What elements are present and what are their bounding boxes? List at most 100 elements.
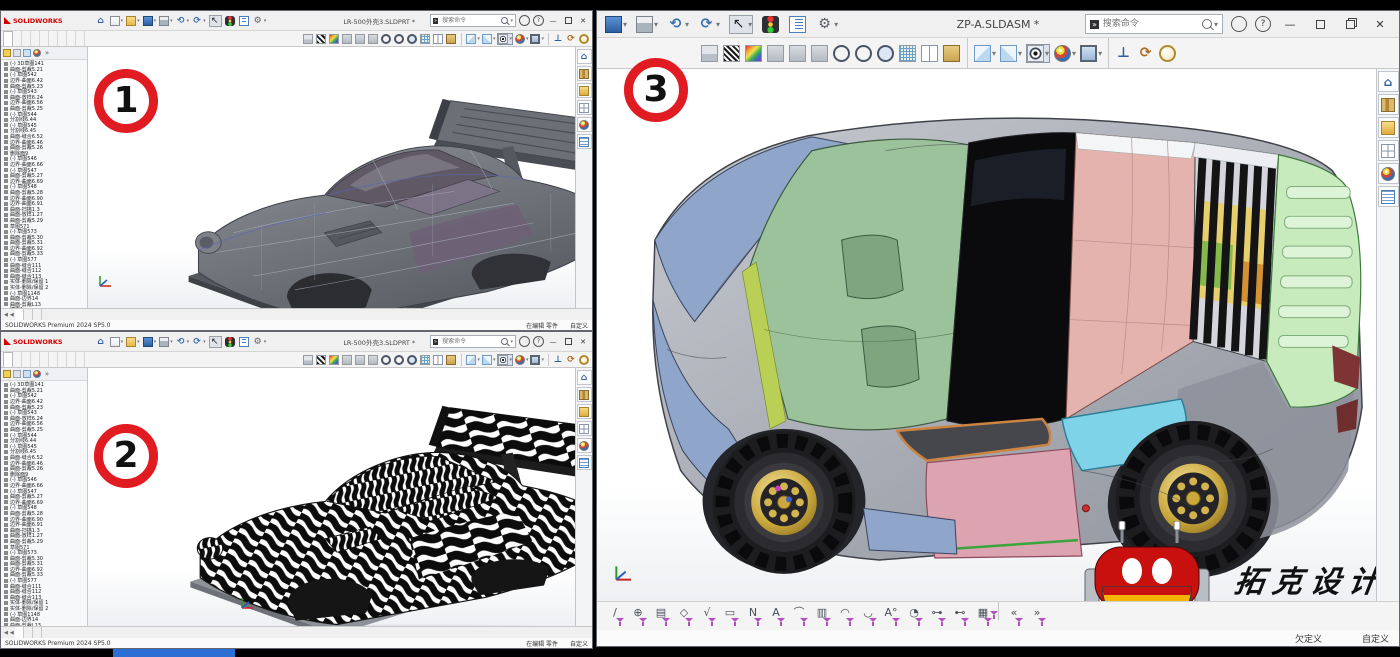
expand-view-icon[interactable] [368, 355, 379, 365]
save-icon[interactable]: ▾ [605, 15, 627, 34]
separator[interactable] [548, 33, 549, 45]
filter-connector-a-icon[interactable]: ⊶ [927, 605, 947, 627]
magnifier-icon[interactable] [1159, 45, 1177, 62]
status-custom[interactable]: 自定义 [570, 321, 588, 330]
resources-home-icon[interactable]: ⌂ [577, 49, 592, 64]
curvature-mesh-icon[interactable] [899, 45, 917, 62]
ribbon-tab[interactable] [22, 352, 31, 367]
dimxpert-tab-icon[interactable] [33, 49, 41, 57]
file-explorer-icon[interactable] [577, 404, 592, 419]
filter-line-icon[interactable]: / [605, 605, 625, 627]
new-document-icon[interactable]: ▾ [110, 336, 124, 348]
view-orientation-cube-icon[interactable]: ▾ [974, 45, 996, 62]
zebra-stripes-icon[interactable] [723, 45, 741, 62]
print-icon[interactable]: ▾ [636, 15, 658, 34]
configurations-tab-icon[interactable] [23, 370, 31, 378]
home-icon[interactable]: ⌂ [96, 15, 107, 27]
filter-crosshair-icon[interactable]: ⊕ [628, 605, 648, 627]
settings-gear-icon[interactable]: ⚙▾ [253, 336, 267, 348]
settings-gear-icon[interactable]: ⚙▾ [253, 15, 267, 27]
file-explorer-icon[interactable] [577, 83, 592, 98]
custom-properties-icon[interactable] [1378, 186, 1399, 207]
save-icon[interactable]: ▾ [143, 15, 157, 27]
separator[interactable] [998, 602, 999, 620]
filter-hatch-icon[interactable]: ▥ [812, 605, 832, 627]
close-button[interactable]: ✕ [577, 17, 589, 25]
close-button[interactable]: ✕ [577, 338, 589, 346]
settings-gear-icon[interactable]: ⚙▾ [816, 15, 838, 34]
open-icon[interactable]: ▾ [126, 336, 140, 348]
new-document-icon[interactable]: ▾ [110, 15, 124, 27]
rotate-view-icon[interactable]: ⟳ [566, 34, 577, 44]
appearances-sphere-icon[interactable]: ▾ [515, 355, 529, 365]
scene-monitor-icon[interactable]: ▾ [530, 355, 544, 365]
search-input[interactable] [1101, 18, 1200, 30]
close-button[interactable]: ✕ [1369, 18, 1391, 31]
appearance-book-icon[interactable] [943, 45, 961, 62]
redo-icon[interactable]: ⟳▾ [192, 336, 206, 348]
propertymanager-tab-icon[interactable] [13, 49, 21, 57]
ribbon-tab[interactable] [13, 352, 22, 367]
ribbon-tab[interactable] [67, 31, 76, 46]
document-tab[interactable] [33, 627, 42, 638]
panes-icon[interactable] [921, 45, 939, 62]
command-search[interactable]: » ▾ [430, 14, 516, 27]
appearances-scenes-icon[interactable] [1378, 163, 1399, 184]
document-tab[interactable] [24, 627, 33, 638]
view-palette-icon[interactable] [1378, 140, 1399, 161]
save-icon[interactable]: ▾ [143, 336, 157, 348]
filter-slot-icon[interactable]: ◡ [858, 605, 878, 627]
resources-home-icon[interactable]: ⌂ [577, 370, 592, 385]
ribbon-tab[interactable] [49, 31, 58, 46]
search-input[interactable] [440, 16, 499, 25]
filter-arc-icon[interactable]: ⌒ [789, 605, 809, 627]
hide-show-items-eye-icon[interactable]: ▾ [497, 354, 513, 366]
zoom-area-icon[interactable] [394, 34, 405, 44]
select-cursor-icon[interactable]: ↖ [209, 336, 222, 348]
filter-text-icon[interactable]: A° [881, 605, 901, 627]
view-palette-icon[interactable] [577, 421, 592, 436]
ribbon-tab[interactable] [31, 352, 40, 367]
document-tab[interactable] [15, 627, 24, 638]
ribbon-tab[interactable] [13, 31, 22, 46]
user-account-icon[interactable] [519, 336, 530, 347]
display-style-icon[interactable]: ▾ [482, 355, 496, 365]
section-view-icon[interactable] [767, 45, 785, 62]
command-search[interactable]: » ▾ [1085, 14, 1223, 34]
filter-section-icon[interactable]: ◔ [904, 605, 924, 627]
restore-button[interactable] [562, 17, 574, 24]
rotate-view-icon[interactable]: ⟳ [566, 355, 577, 365]
feature-tree-item[interactable]: 镜向1 [4, 307, 87, 308]
ribbon-tab[interactable] [67, 352, 76, 367]
featuremanager-tab-icon[interactable] [3, 49, 11, 57]
chevron-icon[interactable]: » [43, 49, 51, 57]
user-account-icon[interactable] [519, 15, 530, 26]
zoom-to-selection-icon[interactable] [877, 45, 895, 62]
magnifier-icon[interactable] [579, 34, 590, 44]
design-library-icon[interactable] [577, 66, 592, 81]
appearance-book-icon[interactable] [446, 34, 457, 44]
ribbon-tab[interactable] [49, 352, 58, 367]
ribbon-tab[interactable] [31, 31, 40, 46]
search-caret-icon[interactable]: ▾ [510, 339, 513, 345]
resources-home-icon[interactable]: ⌂ [1378, 71, 1399, 92]
custom-properties-icon[interactable] [577, 134, 592, 149]
search-icon[interactable] [1202, 19, 1212, 29]
filter-dome-icon[interactable]: ◠ [835, 605, 855, 627]
minimize-button[interactable]: — [1279, 18, 1301, 31]
search-icon[interactable] [501, 338, 508, 345]
draft-analysis-icon[interactable] [329, 34, 340, 44]
draft-analysis-icon[interactable] [745, 45, 763, 62]
filter-annotation-icon[interactable]: A [766, 605, 786, 627]
expand-view-icon[interactable] [811, 45, 829, 62]
feature-tree-item[interactable]: 曲面-剪裁L13 [4, 623, 87, 626]
undercut-analysis-icon[interactable] [355, 34, 366, 44]
reference-axis-icon[interactable]: ⊥ [1115, 45, 1133, 62]
zoom-area-icon[interactable] [855, 45, 873, 62]
view-orientation-cube-icon[interactable]: ▾ [466, 34, 480, 44]
image-quality-icon[interactable] [701, 45, 719, 62]
section-view-icon[interactable] [342, 34, 353, 44]
separator[interactable] [967, 38, 968, 68]
graphics-viewport[interactable] [88, 47, 575, 308]
select-cursor-icon[interactable]: ↖ [209, 15, 222, 27]
